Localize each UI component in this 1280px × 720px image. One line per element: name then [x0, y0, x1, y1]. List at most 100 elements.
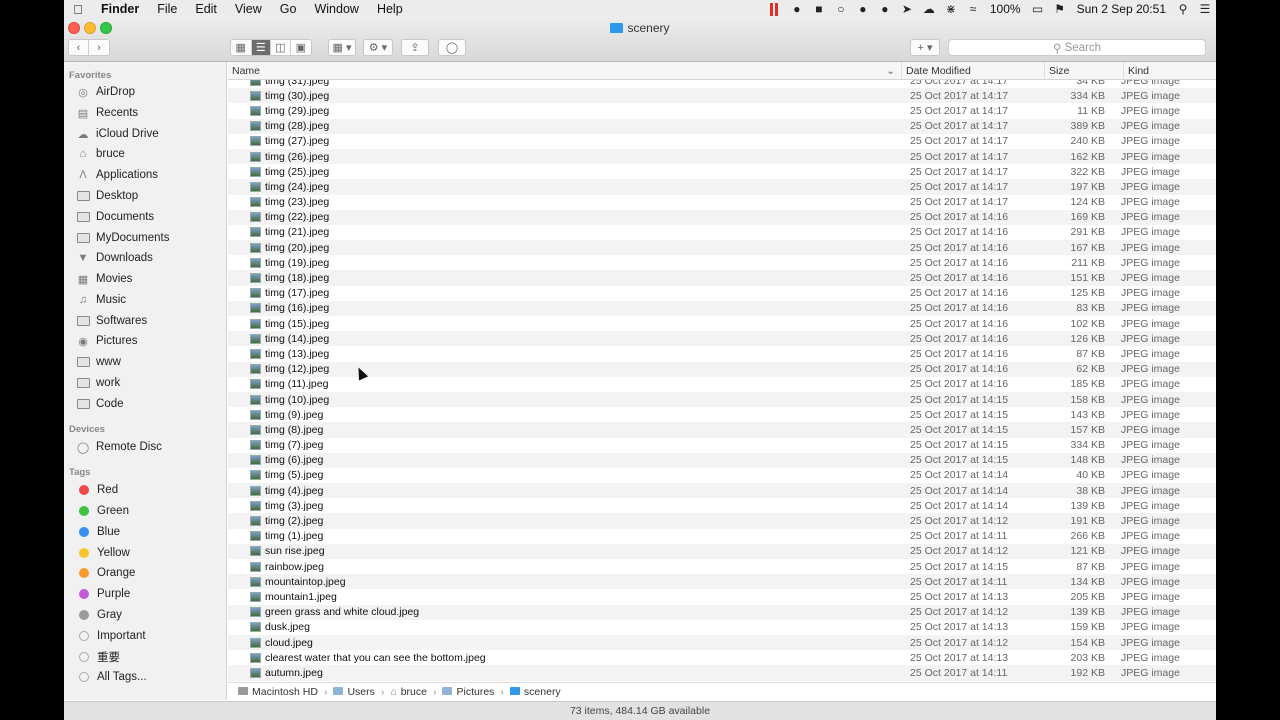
- sidebar-tag-zhongyao[interactable]: 重要: [76, 647, 120, 667]
- file-row[interactable]: timg (10).jpeg 25 Oct 2017 at 14:15 158 KB…: [228, 391, 1216, 408]
- bluetooth-icon[interactable]: ⋇: [940, 2, 962, 16]
- sidebar-tag-yellow[interactable]: Yellow: [76, 543, 130, 563]
- arrange-button[interactable]: ▦ ▾: [328, 39, 356, 56]
- path-item-pictures[interactable]: Pictures: [442, 686, 494, 698]
- column-view-button[interactable]: ◫: [271, 40, 291, 55]
- sidebar-item-icloud-drive[interactable]: ☁ iCloud Drive: [76, 124, 159, 144]
- file-row[interactable]: timg (13).jpeg 25 Oct 2017 at 14:16 87 KB J…: [228, 346, 1216, 361]
- sidebar-item-downloads[interactable]: ▼ Downloads: [76, 248, 153, 268]
- file-row[interactable]: dusk.jpeg 25 Oct 2017 at 14:13 159 KB JPEG …: [228, 620, 1216, 635]
- sidebar-item-airdrop[interactable]: ◎ AirDrop: [76, 82, 135, 102]
- recording-indicator-icon[interactable]: [769, 2, 780, 16]
- camera-icon[interactable]: ●: [786, 2, 808, 16]
- file-row[interactable]: timg (3).jpeg 25 Oct 2017 at 14:14 139 KB J…: [228, 498, 1216, 513]
- sidebar-tag-red[interactable]: Red: [76, 480, 118, 500]
- sidebar-item-remote-disc[interactable]: ◯ Remote Disc: [76, 437, 162, 457]
- send-icon[interactable]: ➤: [896, 2, 918, 16]
- file-row[interactable]: timg (1).jpeg 25 Oct 2017 at 14:11 266 KB J…: [228, 529, 1216, 544]
- file-row[interactable]: timg (7).jpeg 25 Oct 2017 at 14:15 334 KB J…: [228, 438, 1216, 453]
- file-row[interactable]: timg (30).jpeg 25 Oct 2017 at 14:17 334 KB…: [228, 88, 1216, 104]
- file-row[interactable]: autumn.jpeg 25 Oct 2017 at 14:11 192 KB JPE…: [228, 665, 1216, 681]
- file-row[interactable]: timg (4).jpeg 25 Oct 2017 at 14:14 38 KB JP…: [228, 483, 1216, 499]
- app-status-icon[interactable]: ■: [808, 2, 830, 16]
- menu-finder[interactable]: Finder: [92, 2, 148, 16]
- file-row[interactable]: mountain1.jpeg 25 Oct 2017 at 14:13 205 KB…: [228, 589, 1216, 604]
- sidebar-item-recents[interactable]: ▤ Recents: [76, 103, 138, 123]
- icon-view-button[interactable]: ▦: [231, 40, 252, 55]
- sidebar-tag-purple[interactable]: Purple: [76, 584, 130, 604]
- clock[interactable]: Sun 2 Sep 20:51: [1071, 2, 1172, 16]
- file-row[interactable]: timg (22).jpeg 25 Oct 2017 at 14:16 169 KB…: [228, 209, 1216, 225]
- file-row[interactable]: timg (2).jpeg 25 Oct 2017 at 14:12 191 KB J…: [228, 513, 1216, 529]
- search-field[interactable]: ⚲ Search: [948, 39, 1206, 56]
- file-row[interactable]: timg (23).jpeg 25 Oct 2017 at 14:17 124 KB…: [228, 195, 1216, 210]
- menu-help[interactable]: Help: [368, 2, 412, 16]
- file-row[interactable]: timg (17).jpeg 25 Oct 2017 at 14:16 125 KB…: [228, 286, 1216, 301]
- sidebar-item-desktop[interactable]: Desktop: [76, 186, 138, 206]
- sidebar-tag-gray[interactable]: Gray: [76, 605, 122, 625]
- path-item-users[interactable]: Users: [333, 686, 375, 698]
- file-row[interactable]: cloud.jpeg 25 Oct 2017 at 14:12 154 KB JPEG…: [228, 634, 1216, 651]
- menu-view[interactable]: View: [226, 2, 271, 16]
- file-row[interactable]: mountaintop.jpeg 25 Oct 2017 at 14:11 134 …: [228, 574, 1216, 590]
- sidebar-item-bruce[interactable]: ⌂ bruce: [76, 144, 125, 164]
- sidebar-item-work[interactable]: work: [76, 373, 120, 393]
- file-row[interactable]: timg (14).jpeg 25 Oct 2017 at 14:16 126 KB…: [228, 331, 1216, 347]
- file-row[interactable]: sun rise.jpeg 25 Oct 2017 at 14:12 121 KB J…: [228, 543, 1216, 559]
- cloud-status-icon[interactable]: ☁: [918, 2, 940, 16]
- file-row[interactable]: timg (20).jpeg 25 Oct 2017 at 14:16 167 KB…: [228, 240, 1216, 256]
- file-row[interactable]: timg (25).jpeg 25 Oct 2017 at 14:17 322 KB…: [228, 164, 1216, 179]
- file-row[interactable]: timg (26).jpeg 25 Oct 2017 at 14:17 162 KB…: [228, 148, 1216, 165]
- sidebar-item-mydocuments[interactable]: MyDocuments: [76, 228, 170, 248]
- file-row[interactable]: rainbow.jpeg 25 Oct 2017 at 14:15 87 KB JPE…: [228, 559, 1216, 574]
- tags-button[interactable]: ◯: [438, 39, 466, 56]
- sidebar-tag-green[interactable]: Green: [76, 501, 129, 521]
- file-row[interactable]: timg (5).jpeg 25 Oct 2017 at 14:14 40 KB JP…: [228, 468, 1216, 483]
- file-row[interactable]: clearest water that you can see the bott…: [228, 650, 1216, 665]
- menu-file[interactable]: File: [148, 2, 186, 16]
- battery-percent[interactable]: 100%: [984, 2, 1027, 16]
- menu-go[interactable]: Go: [271, 2, 306, 16]
- qq-icon[interactable]: ●: [852, 2, 874, 16]
- sidebar-item-applications[interactable]: Λ Applications: [76, 165, 158, 185]
- path-item-macintosh-hd[interactable]: Macintosh HD: [238, 686, 318, 698]
- apple-menu-icon[interactable]: : [64, 2, 92, 17]
- file-row[interactable]: timg (18).jpeg 25 Oct 2017 at 14:16 151 KB…: [228, 270, 1216, 286]
- file-row[interactable]: timg (24).jpeg 25 Oct 2017 at 14:17 197 KB…: [228, 179, 1216, 195]
- sidebar-tag-important[interactable]: Important: [76, 626, 146, 646]
- sidebar-item-softwares[interactable]: Softwares: [76, 311, 147, 331]
- file-row[interactable]: timg (15).jpeg 25 Oct 2017 at 14:16 102 KB…: [228, 316, 1216, 331]
- sidebar-item-music[interactable]: ♫ Music: [76, 290, 126, 310]
- sidebar-item-documents[interactable]: Documents: [76, 207, 154, 227]
- spotlight-search-icon[interactable]: ⚲: [1172, 2, 1194, 16]
- sidebar-tag-orange[interactable]: Orange: [76, 563, 135, 583]
- file-row[interactable]: timg (8).jpeg 25 Oct 2017 at 14:15 157 KB J…: [228, 422, 1216, 438]
- forward-button[interactable]: ›: [89, 40, 109, 55]
- column-header-kind[interactable]: Kind: [1123, 62, 1216, 80]
- column-header-name[interactable]: Name ⌄: [228, 62, 901, 80]
- battery-icon[interactable]: ▭: [1027, 2, 1049, 16]
- sidebar-tag-blue[interactable]: Blue: [76, 522, 120, 542]
- sidebar-all-tags[interactable]: All Tags...: [76, 667, 147, 687]
- file-row[interactable]: timg (19).jpeg 25 Oct 2017 at 14:16 211 KB…: [228, 255, 1216, 270]
- sidebar-item-movies[interactable]: ▦ Movies: [76, 269, 133, 289]
- file-row[interactable]: timg (16).jpeg 25 Oct 2017 at 14:16 83 KB J…: [228, 300, 1216, 316]
- file-row[interactable]: green grass and white cloud.jpeg 25 Oct 2…: [228, 604, 1216, 620]
- share-button[interactable]: ⇪: [401, 39, 429, 56]
- sidebar-item-code[interactable]: Code: [76, 394, 124, 414]
- back-button[interactable]: ‹: [69, 40, 90, 55]
- chat-icon[interactable]: ○: [830, 2, 852, 16]
- file-row[interactable]: timg (29).jpeg 25 Oct 2017 at 14:17 11 KB J…: [228, 103, 1216, 118]
- file-row[interactable]: timg (6).jpeg 25 Oct 2017 at 14:15 148 KB J…: [228, 452, 1216, 468]
- gallery-view-button[interactable]: ▣: [291, 40, 311, 55]
- column-header-date-modified[interactable]: Date Modified: [901, 62, 1044, 80]
- file-row[interactable]: timg (11).jpeg 25 Oct 2017 at 14:16 185 KB…: [228, 377, 1216, 392]
- notification-center-icon[interactable]: ☰: [1194, 2, 1216, 16]
- file-row[interactable]: timg (27).jpeg 25 Oct 2017 at 14:17 240 KB…: [228, 134, 1216, 149]
- menu-window[interactable]: Window: [305, 2, 367, 16]
- input-source-flag-icon[interactable]: ⚑: [1049, 2, 1071, 16]
- new-folder-button[interactable]: + ▾: [910, 39, 940, 56]
- wechat-icon[interactable]: ●: [874, 2, 896, 16]
- sidebar-item-www[interactable]: www: [76, 352, 121, 372]
- sidebar-item-pictures[interactable]: ◉ Pictures: [76, 331, 137, 351]
